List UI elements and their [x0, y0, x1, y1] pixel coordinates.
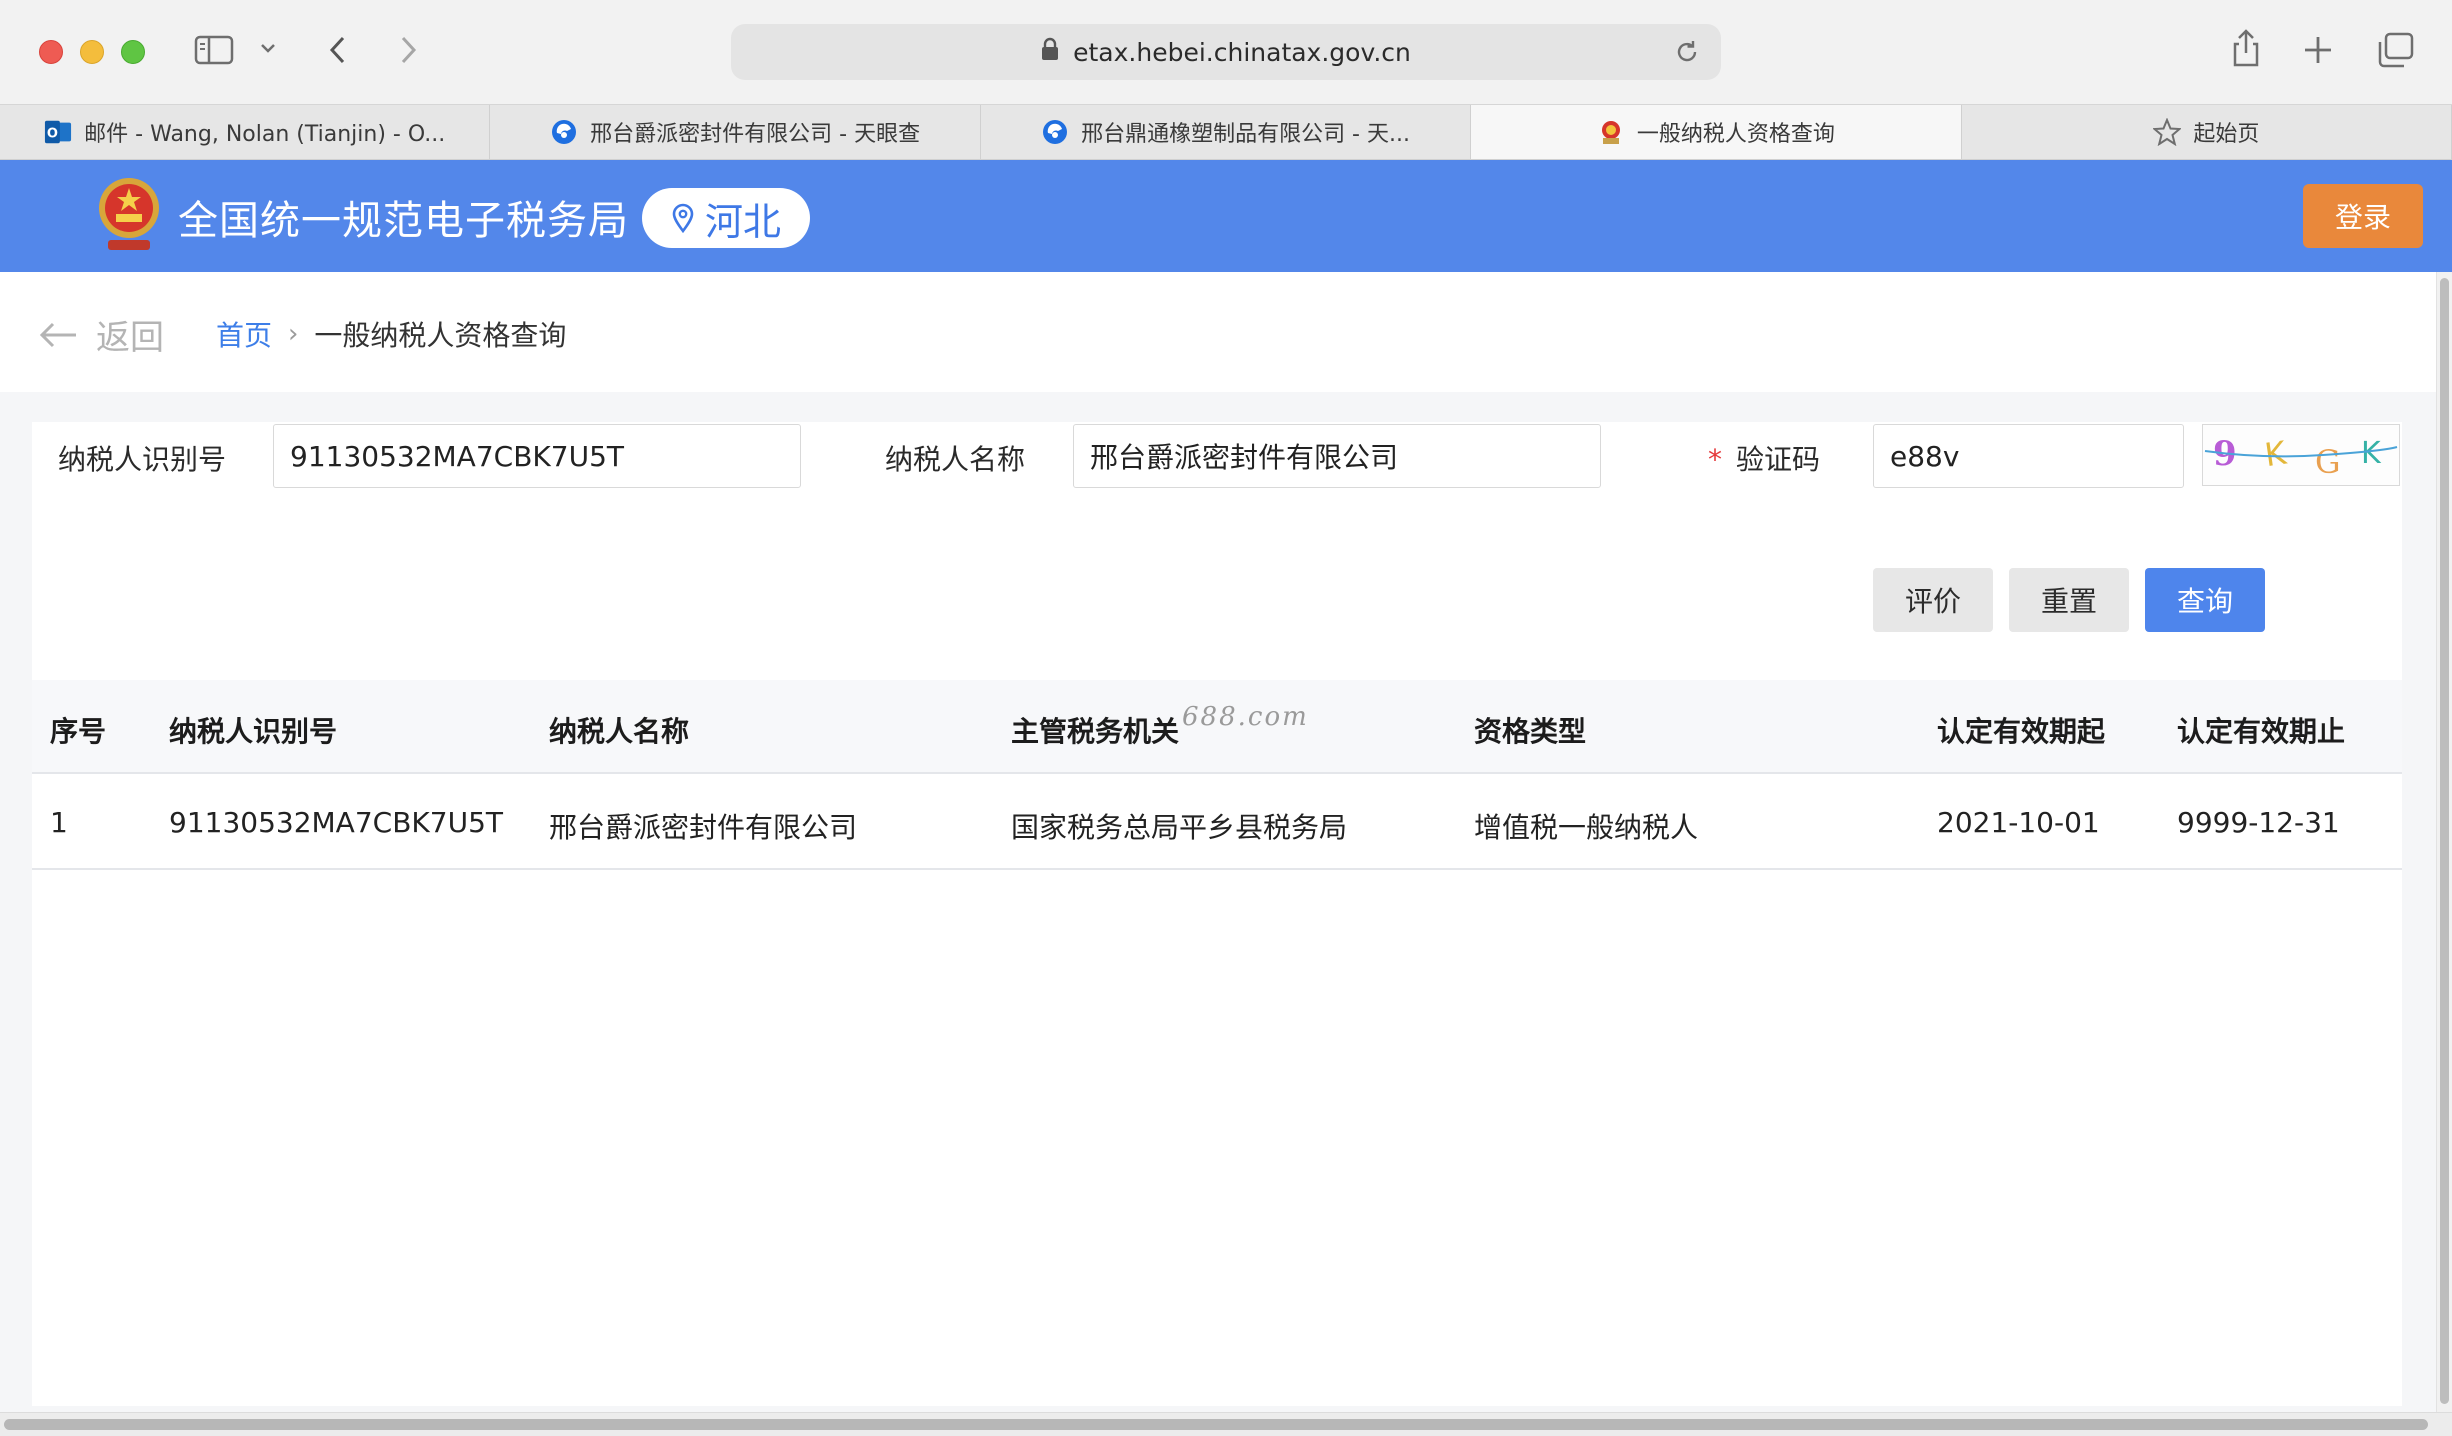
region-label: 河北 — [704, 199, 781, 244]
table-header: 序号 纳税人识别号 纳税人名称 主管税务机关 资格类型 认定有效期起 认定有效期… — [32, 680, 2402, 774]
login-button[interactable]: 登录 — [2303, 184, 2423, 248]
column-header: 纳税人名称 — [549, 715, 690, 748]
arrow-left-icon — [39, 322, 76, 347]
column-header: 认定有效期起 — [1937, 715, 2106, 748]
vertical-scrollbar[interactable] — [2436, 272, 2452, 1414]
taxpayer-id-label: 纳税人识别号 — [58, 443, 227, 476]
watermark-text: 688.com — [1182, 702, 1309, 732]
cell-qualification-type: 增值税一般纳税人 — [1474, 811, 1699, 844]
tax-emblem-icon — [1597, 118, 1625, 146]
cell-index: 1 — [50, 806, 68, 839]
close-window-button[interactable] — [39, 40, 63, 64]
tab-bar: O 邮件 - Wang, Nolan (Tianjin) - O... 邢台爵派… — [0, 104, 2452, 160]
horizontal-scroll-thumb[interactable] — [4, 1419, 2428, 1430]
tianyancha-icon — [550, 118, 578, 146]
minimize-window-button[interactable] — [80, 40, 104, 64]
captcha-input[interactable] — [1873, 424, 2184, 488]
svg-text:K: K — [2262, 434, 2289, 475]
table-row[interactable]: 1 91130532MA7CBK7U5T 邢台爵派密封件有限公司 国家税务总局平… — [32, 774, 2402, 870]
svg-text:G: G — [2315, 443, 2341, 481]
tab-overview-icon[interactable] — [2376, 32, 2414, 68]
query-form: 纳税人识别号 纳税人名称 * 验证码 9 K G K 评价 重置 查询 — [32, 422, 2402, 680]
column-header: 序号 — [50, 715, 107, 748]
column-header: 纳税人识别号 — [169, 715, 338, 748]
tab-label: 邢台鼎通橡塑制品有限公司 - 天... — [1081, 122, 1410, 147]
sidebar-toggle-icon[interactable] — [194, 34, 234, 66]
outlook-icon: O — [44, 118, 72, 146]
browser-toolbar: etax.hebei.chinatax.gov.cn — [0, 0, 2452, 104]
cell-tax-authority: 国家税务总局平乡县税务局 — [1011, 811, 1348, 844]
star-icon — [2153, 118, 2182, 146]
tab-tianyancha-2[interactable]: 邢台鼎通橡塑制品有限公司 - 天... — [980, 105, 1472, 159]
required-mark: * — [1708, 443, 1722, 476]
new-tab-icon[interactable] — [2302, 34, 2334, 66]
taxpayer-name-input[interactable] — [1073, 424, 1601, 488]
tab-label: 起始页 — [2193, 122, 2260, 147]
cell-valid-to: 9999-12-31 — [2177, 806, 2340, 839]
reset-button[interactable]: 重置 — [2009, 568, 2129, 632]
column-header: 资格类型 — [1474, 715, 1587, 748]
breadcrumb-current: 一般纳税人资格查询 — [314, 319, 567, 352]
tianyancha-icon — [1041, 118, 1069, 146]
tab-taxpayer-query[interactable]: 一般纳税人资格查询 — [1471, 105, 1962, 159]
site-header: 全国统一规范电子税务局 河北 登录 — [0, 160, 2452, 272]
lock-icon — [1041, 37, 1059, 67]
cell-taxpayer-name: 邢台爵派密封件有限公司 — [549, 811, 858, 844]
tab-label: 邮件 - Wang, Nolan (Tianjin) - O... — [84, 122, 446, 147]
back-nav-icon[interactable] — [326, 34, 350, 66]
reload-icon[interactable] — [1673, 38, 1701, 72]
captcha-image[interactable]: 9 K G K — [2202, 424, 2400, 486]
vertical-scroll-thumb[interactable] — [2440, 278, 2449, 1404]
cell-valid-from: 2021-10-01 — [1937, 806, 2100, 839]
tab-outlook[interactable]: O 邮件 - Wang, Nolan (Tianjin) - O... — [0, 105, 491, 159]
breadcrumb: 首页 › 一般纳税人资格查询 — [216, 314, 566, 354]
address-bar[interactable]: etax.hebei.chinatax.gov.cn — [731, 24, 1721, 80]
svg-text:K: K — [2361, 436, 2382, 471]
site-title[interactable]: 全国统一规范电子税务局 — [178, 188, 629, 246]
evaluate-button[interactable]: 评价 — [1873, 568, 1993, 632]
forward-nav-icon[interactable] — [396, 34, 420, 66]
browser-chrome: etax.hebei.chinatax.gov.cn O 邮件 - Wang, … — [0, 0, 2452, 160]
zoom-window-button[interactable] — [121, 40, 145, 64]
column-header: 主管税务机关 — [1011, 715, 1180, 748]
breadcrumb-bar: 返回 首页 › 一般纳税人资格查询 — [0, 272, 2436, 392]
results-table: 序号 纳税人识别号 纳税人名称 主管税务机关 资格类型 认定有效期起 认定有效期… — [32, 680, 2402, 1406]
breadcrumb-separator: › — [288, 319, 299, 349]
tab-label: 邢台爵派密封件有限公司 - 天眼查 — [590, 122, 921, 147]
back-label: 返回 — [96, 318, 164, 358]
captcha-label: * 验证码 — [1708, 438, 1820, 478]
query-button[interactable]: 查询 — [2145, 568, 2265, 632]
share-icon[interactable] — [2230, 28, 2262, 68]
national-emblem-icon[interactable] — [96, 174, 162, 260]
breadcrumb-home-link[interactable]: 首页 — [216, 314, 272, 354]
column-header: 认定有效期止 — [2177, 715, 2346, 748]
taxpayer-id-input[interactable] — [273, 424, 801, 488]
tab-start-page[interactable]: 起始页 — [1961, 105, 2452, 159]
tab-label: 一般纳税人资格查询 — [1636, 122, 1835, 147]
horizontal-scrollbar[interactable] — [0, 1412, 2452, 1436]
svg-text:O: O — [47, 127, 58, 142]
region-selector[interactable]: 河北 — [642, 188, 810, 248]
location-pin-icon — [672, 203, 694, 233]
tab-tianyancha-1[interactable]: 邢台爵派密封件有限公司 - 天眼查 — [490, 105, 981, 159]
taxpayer-name-label: 纳税人名称 — [885, 443, 1026, 476]
chevron-down-icon[interactable] — [258, 40, 278, 56]
captcha-label-text: 验证码 — [1736, 443, 1821, 476]
back-button[interactable]: 返回 — [38, 310, 164, 359]
cell-taxpayer-id: 91130532MA7CBK7U5T — [169, 806, 503, 839]
url-text: etax.hebei.chinatax.gov.cn — [1073, 37, 1411, 67]
